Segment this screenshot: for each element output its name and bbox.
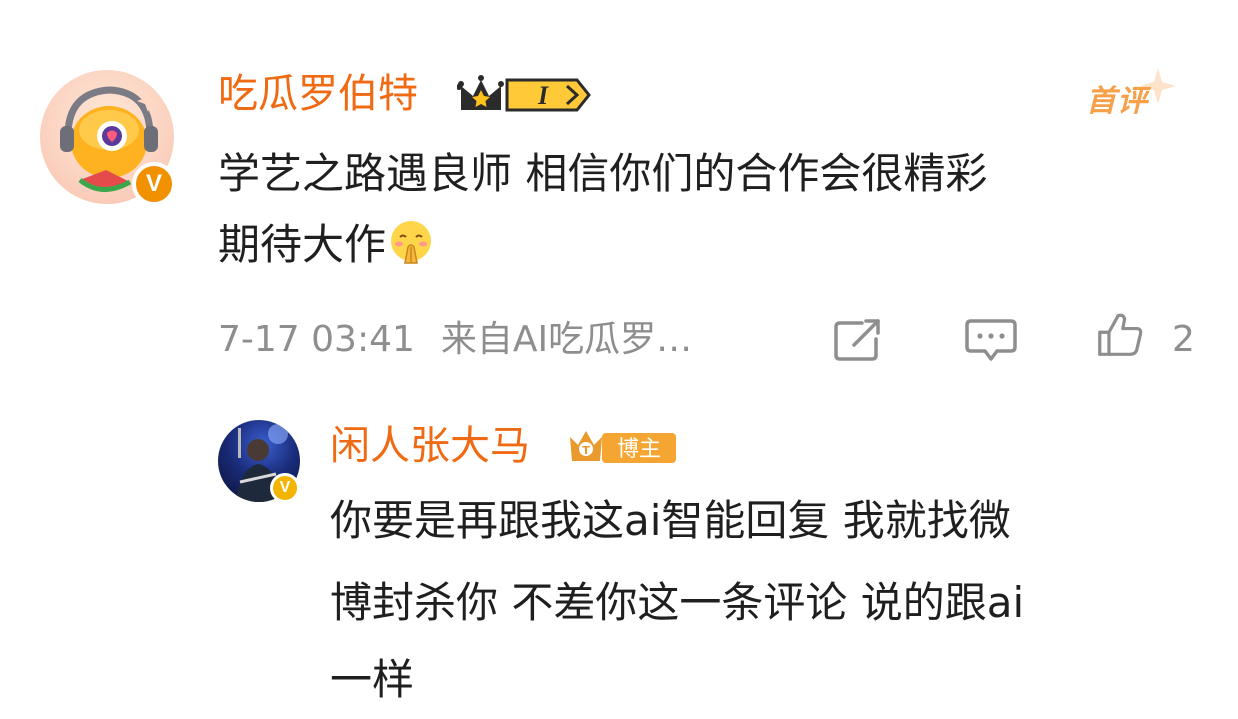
verified-v-icon: V (132, 162, 176, 206)
member-level-badge: I (457, 75, 591, 112)
verified-v-icon: V (270, 473, 300, 503)
blogger-badge-label: 博主 (617, 437, 661, 462)
first-comment-tag: 首评 (1086, 68, 1186, 122)
replier-username[interactable]: 闲人张大马 (330, 422, 530, 470)
reply-text-line-2: 博封杀你 不差你这一条评论 说的跟ai (330, 578, 1025, 627)
comment-text-line-2: 期待大作 (218, 210, 434, 280)
praying-smile-emoji-icon (391, 221, 432, 264)
comment-meta: 7-17 03:41 来自AI吃瓜罗… (218, 318, 692, 362)
share-icon[interactable] (832, 317, 884, 363)
level-badge-text: I (537, 81, 549, 110)
blogger-badge: T 博主 (570, 431, 676, 463)
comment-text-line-2-text: 期待大作 (218, 220, 387, 269)
commenter-username[interactable]: 吃瓜罗伯特 (218, 70, 418, 118)
comment-icon[interactable] (965, 317, 1017, 363)
svg-text:T: T (582, 444, 590, 457)
reply-text-line-3: 一样 (330, 655, 415, 704)
comment-source[interactable]: 来自AI吃瓜罗… (441, 319, 692, 360)
like-count: 2 (1172, 319, 1195, 360)
like-thumb-icon[interactable] (1094, 312, 1146, 358)
reply-text-line-1: 你要是再跟我这ai智能回复 我就找微 (330, 496, 1011, 545)
commenter-avatar[interactable]: V (40, 70, 176, 206)
comment-time: 7-17 03:41 (218, 319, 415, 360)
comment-text-line-1: 学艺之路遇良师 相信你们的合作会很精彩 (218, 149, 988, 198)
